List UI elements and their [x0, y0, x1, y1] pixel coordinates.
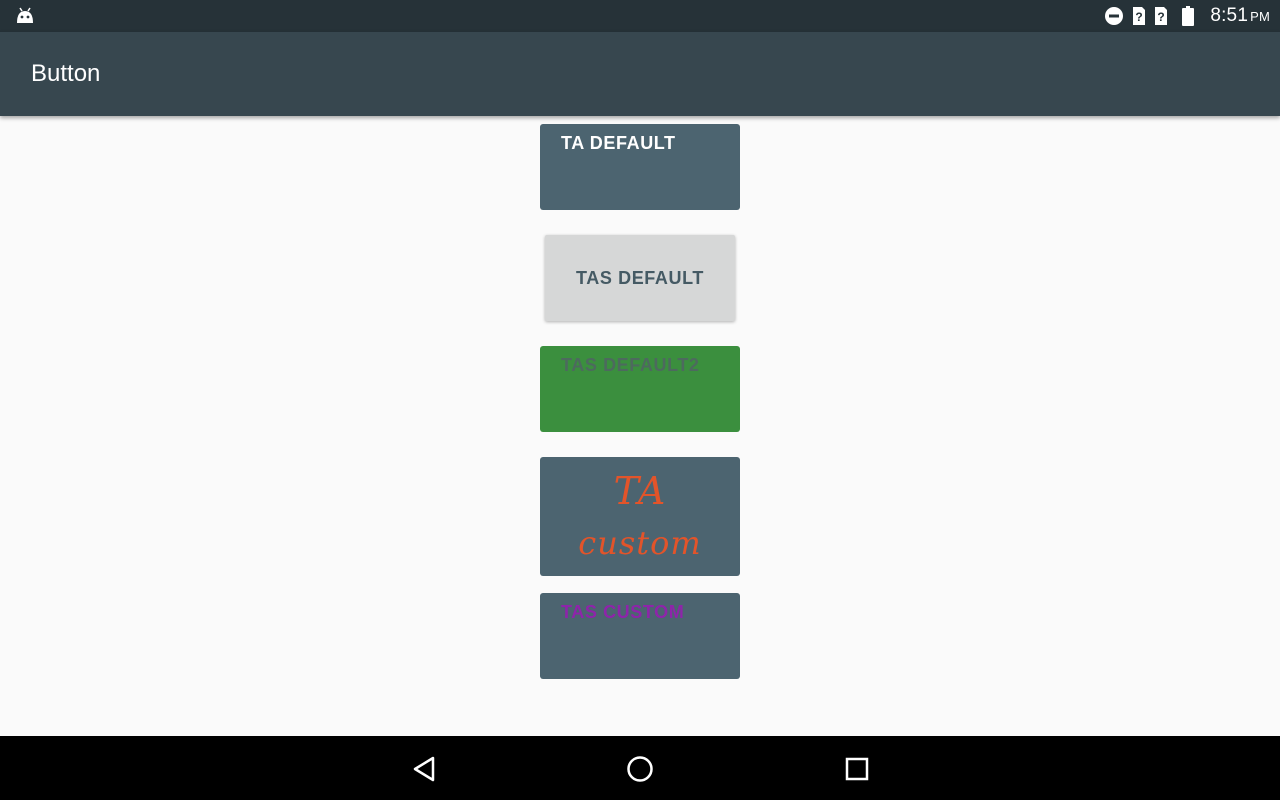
android-icon [14, 5, 36, 27]
clock-time: 8:51 [1210, 5, 1249, 26]
content-area: TA DEFAULT TAS DEFAULT TAS DEFAULT2 TA c… [0, 116, 1280, 736]
page-title: Button [31, 60, 101, 87]
app-bar: Button [0, 32, 1280, 116]
home-icon[interactable] [625, 754, 655, 784]
clock-ampm: PM [1250, 9, 1270, 24]
ta-custom-button[interactable]: TA custom [540, 457, 740, 576]
status-bar: ? ? 8:51 PM [0, 0, 1280, 32]
no-sim-icon: ? [1132, 6, 1146, 26]
back-icon[interactable] [410, 754, 440, 784]
tas-custom-button[interactable]: TAS CUSTOM [540, 593, 740, 679]
clock: 8:51 PM [1210, 5, 1270, 27]
ta-custom-label-line2: custom [578, 524, 702, 562]
no-sim-icon: ? [1154, 6, 1168, 26]
tas-default-button[interactable]: TAS DEFAULT [545, 235, 735, 321]
do-not-disturb-icon [1104, 6, 1124, 26]
svg-text:?: ? [1158, 10, 1165, 24]
ta-custom-label-line1: TA [613, 469, 667, 513]
status-icons: ? ? 8:51 PM [1104, 0, 1270, 32]
ta-default-button[interactable]: TA DEFAULT [540, 124, 740, 210]
svg-text:?: ? [1136, 10, 1143, 24]
recents-icon[interactable] [842, 754, 872, 784]
battery-icon [1182, 6, 1195, 26]
navigation-bar [0, 736, 1280, 800]
tas-default2-button[interactable]: TAS DEFAULT2 [540, 346, 740, 432]
